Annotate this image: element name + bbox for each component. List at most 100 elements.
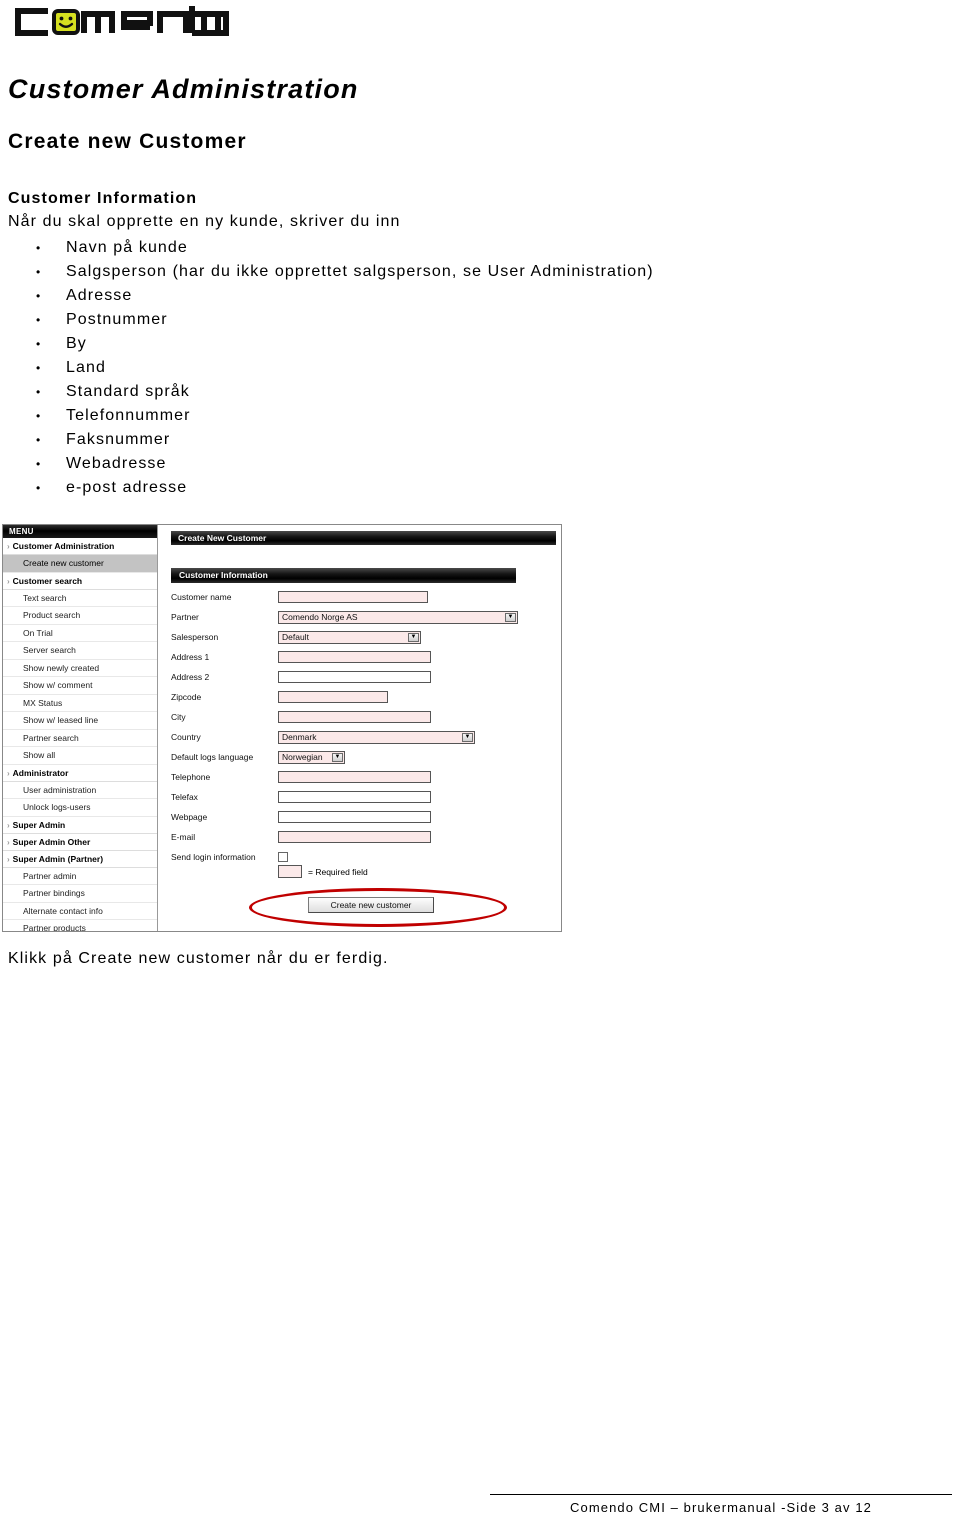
field-label: Address 1 (171, 652, 210, 662)
menu-item-partner-search[interactable]: Partner search (3, 729, 157, 747)
create-new-customer-button[interactable]: Create new customer (307, 897, 435, 913)
select-value: Norwegian (282, 752, 323, 762)
menu-entry-list: › Customer Administration Create new custo… (3, 538, 157, 931)
bullet-item: Land (34, 356, 654, 380)
menu-item-show-w-comment[interactable]: Show w/ comment (3, 677, 157, 695)
menu-group-label: Super Admin (12, 819, 66, 830)
comendo-logo (8, 4, 230, 40)
field-label: Telephone (171, 772, 211, 782)
page-subtitle: Create new Customer (8, 130, 247, 153)
customer-information-form: Customer name Partner Comendo Norge AS ▼ Sal… (171, 587, 551, 867)
field-label: Default logs language (171, 752, 254, 762)
menu-item-text-search[interactable]: Text search (3, 589, 157, 607)
form-row: Address 2 (171, 667, 551, 687)
address-1-input[interactable] (278, 651, 431, 663)
field-label: Partner (171, 612, 199, 622)
menu-group-label: Administrator (12, 767, 69, 778)
field-label: Customer name (171, 592, 232, 602)
section-title-bar: Customer Information (171, 568, 516, 583)
menu-item-unlock-logs-users[interactable]: Unlock logs-users (3, 799, 157, 817)
menu-item-partner-bindings[interactable]: Partner bindings (3, 885, 157, 903)
menu-item-on-trial[interactable]: On Trial (3, 624, 157, 642)
bullet-item: Standard språk (34, 380, 654, 404)
menu-item-create-new-customer[interactable]: Create new customer (3, 555, 157, 573)
form-row: Country Denmark ▼ (171, 727, 551, 747)
menu-group-super-admin-partner[interactable]: › Super Admin (Partner) (3, 851, 157, 868)
address-2-input[interactable] (278, 671, 431, 683)
menu-item-server-search[interactable]: Server search (3, 642, 157, 660)
menu-item-partner-admin[interactable]: Partner admin (3, 867, 157, 885)
panel-title-bar: Create New Customer (171, 531, 556, 545)
field-label: Webpage (171, 812, 208, 822)
chevron-right-icon: › (7, 768, 10, 778)
chevron-down-icon[interactable]: ▼ (408, 632, 419, 642)
instruction-bullet-list: Navn på kundeSalgsperson (har du ikke op… (34, 236, 654, 500)
form-row: Salesperson Default ▼ (171, 627, 551, 647)
field-label: Address 2 (171, 672, 210, 682)
intro-paragraph: Når du skal opprette en ny kunde, skrive… (8, 213, 401, 230)
telephone-input[interactable] (278, 771, 431, 783)
menu-item-user-administration[interactable]: User administration (3, 781, 157, 799)
default-logs-language-select[interactable]: Norwegian ▼ (278, 750, 345, 764)
menu-group-super-admin-other[interactable]: › Super Admin Other (3, 834, 157, 851)
webpage-input[interactable] (278, 811, 431, 823)
field-label: Zipcode (171, 692, 202, 702)
bullet-item: Navn på kunde (34, 236, 654, 260)
form-row: City (171, 707, 551, 727)
select-value: Denmark (282, 732, 317, 742)
field-label: Telefax (171, 792, 198, 802)
form-row: Zipcode (171, 687, 551, 707)
required-field-legend-label: = Required field (308, 866, 368, 877)
form-row: Send login information (171, 847, 551, 867)
menu-item-alternate-contact-info[interactable]: Alternate contact info (3, 902, 157, 920)
menu-group-customer-administration[interactable]: › Customer Administration (3, 538, 157, 555)
menu-item-mx-status[interactable]: MX Status (3, 694, 157, 712)
required-field-legend: = Required field (278, 865, 368, 878)
form-row: Telephone (171, 767, 551, 787)
menu-item-show-newly-created[interactable]: Show newly created (3, 659, 157, 677)
form-row: Webpage (171, 807, 551, 827)
menu-item-product-search[interactable]: Product search (3, 607, 157, 625)
bullet-item: e-post adresse (34, 476, 654, 500)
form-row: E-mail (171, 827, 551, 847)
menu-group-super-admin[interactable]: › Super Admin (3, 817, 157, 834)
partner-select[interactable]: Comendo Norge AS ▼ (278, 610, 518, 624)
required-field-swatch (278, 865, 302, 878)
page-footer: Comendo CMI – brukermanual -Side 3 av 12 (490, 1494, 952, 1515)
city-input[interactable] (278, 711, 431, 723)
chevron-down-icon[interactable]: ▼ (332, 752, 343, 762)
menu-group-administrator[interactable]: › Administrator (3, 765, 157, 782)
menu-group-customer-search[interactable]: › Customer search (3, 573, 157, 590)
chevron-down-icon[interactable]: ▼ (505, 612, 516, 622)
chevron-right-icon: › (7, 576, 10, 586)
customer-name-input[interactable] (278, 591, 428, 603)
send-login-information-checkbox[interactable] (278, 852, 288, 862)
menu-item-show-w-leased-line[interactable]: Show w/ leased line (3, 712, 157, 730)
chevron-down-icon[interactable]: ▼ (462, 732, 473, 742)
select-value: Comendo Norge AS (282, 612, 358, 622)
form-row: Address 1 (171, 647, 551, 667)
salesperson-select[interactable]: Default ▼ (278, 630, 421, 644)
zipcode-input[interactable] (278, 691, 388, 703)
menu-group-label: Customer Administration (12, 541, 115, 551)
bullet-item: Salgsperson (har du ikke opprettet salgs… (34, 260, 654, 284)
field-label: City (171, 712, 186, 722)
menu-group-label: Super Admin Other (12, 836, 91, 847)
select-value: Default (282, 632, 309, 642)
field-label: Country (171, 732, 201, 742)
form-row: Telefax (171, 787, 551, 807)
form-row: Customer name (171, 587, 551, 607)
bullet-item: Webadresse (34, 452, 654, 476)
menu-item-show-all[interactable]: Show all (3, 747, 157, 765)
telefax-input[interactable] (278, 791, 431, 803)
bullet-item: Adresse (34, 284, 654, 308)
country-select[interactable]: Denmark ▼ (278, 730, 475, 744)
e-mail-input[interactable] (278, 831, 431, 843)
menu-item-partner-products[interactable]: Partner products (3, 920, 157, 931)
app-main-panel: Create New Customer Customer Information… (159, 525, 561, 931)
chevron-right-icon: › (7, 854, 10, 864)
embedded-app-screenshot: MENU › Customer Administration Create new … (2, 524, 562, 932)
field-label: Send login information (171, 852, 256, 862)
page-title: Customer Administration (8, 74, 359, 104)
field-label: E-mail (171, 832, 196, 842)
